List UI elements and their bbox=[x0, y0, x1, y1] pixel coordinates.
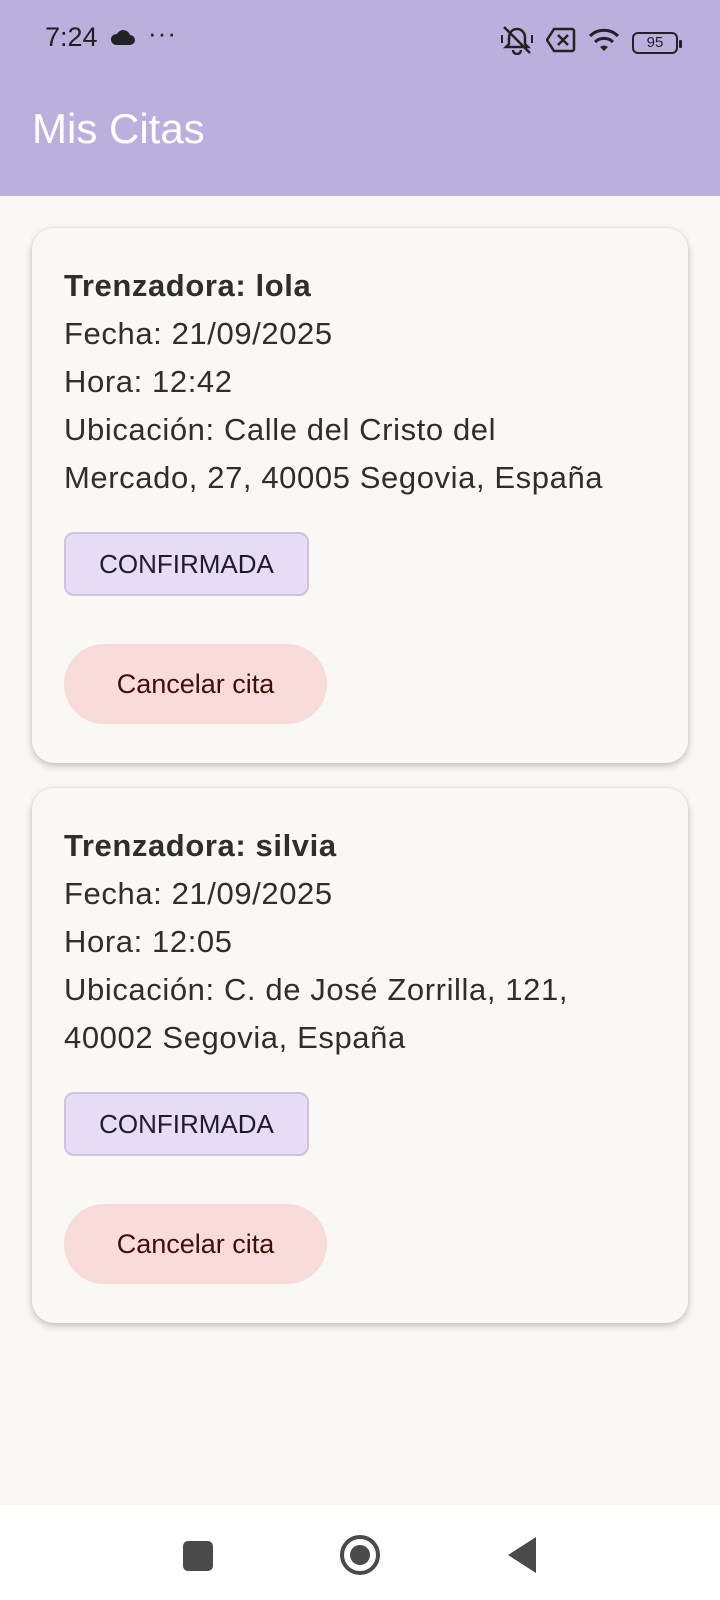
vibrate-off-icon bbox=[500, 25, 534, 60]
wifi-icon bbox=[588, 27, 620, 58]
status-bar: 7:24 ··· 95 bbox=[0, 0, 720, 80]
appointment-location-line1: Ubicación: Calle del Cristo del bbox=[64, 412, 497, 447]
appointment-time: Hora: 12:05 bbox=[64, 924, 233, 959]
home-icon[interactable] bbox=[340, 1535, 380, 1575]
trenzadora-name: Trenzadora: silvia bbox=[64, 828, 337, 863]
appointment-card: Trenzadora: lola Fecha: 21/09/2025 Hora:… bbox=[32, 228, 688, 763]
appointment-time: Hora: 12:42 bbox=[64, 364, 233, 399]
appointment-date: Fecha: 21/09/2025 bbox=[64, 316, 333, 351]
appointment-card: Trenzadora: silvia Fecha: 21/09/2025 Hor… bbox=[32, 788, 688, 1323]
cancel-appointment-button[interactable]: Cancelar cita bbox=[64, 644, 327, 724]
system-navigation-bar bbox=[0, 1505, 720, 1600]
cancel-appointment-button[interactable]: Cancelar cita bbox=[64, 1204, 327, 1284]
status-time: 7:24 bbox=[45, 22, 98, 52]
trenzadora-name: Trenzadora: lola bbox=[64, 268, 312, 303]
more-notifications-icon: ··· bbox=[148, 18, 177, 48]
cloud-icon bbox=[110, 28, 136, 51]
appointment-location-line2: Mercado, 27, 40005 Segovia, España bbox=[64, 460, 604, 495]
status-badge: CONFIRMADA bbox=[64, 532, 309, 596]
battery-icon: 95 bbox=[632, 31, 682, 54]
back-icon[interactable] bbox=[508, 1537, 536, 1573]
status-badge: CONFIRMADA bbox=[64, 1092, 309, 1156]
page-title: Mis Citas bbox=[32, 105, 205, 152]
appointment-date: Fecha: 21/09/2025 bbox=[64, 876, 333, 911]
sim-error-icon bbox=[545, 27, 576, 58]
appointment-location-line2: 40002 Segovia, España bbox=[64, 1020, 406, 1055]
recents-icon[interactable] bbox=[183, 1541, 213, 1571]
app-bar: 7:24 ··· 95 Mis Citas bbox=[0, 0, 720, 196]
appointment-location-line1: Ubicación: C. de José Zorrilla, 121, bbox=[64, 972, 569, 1007]
